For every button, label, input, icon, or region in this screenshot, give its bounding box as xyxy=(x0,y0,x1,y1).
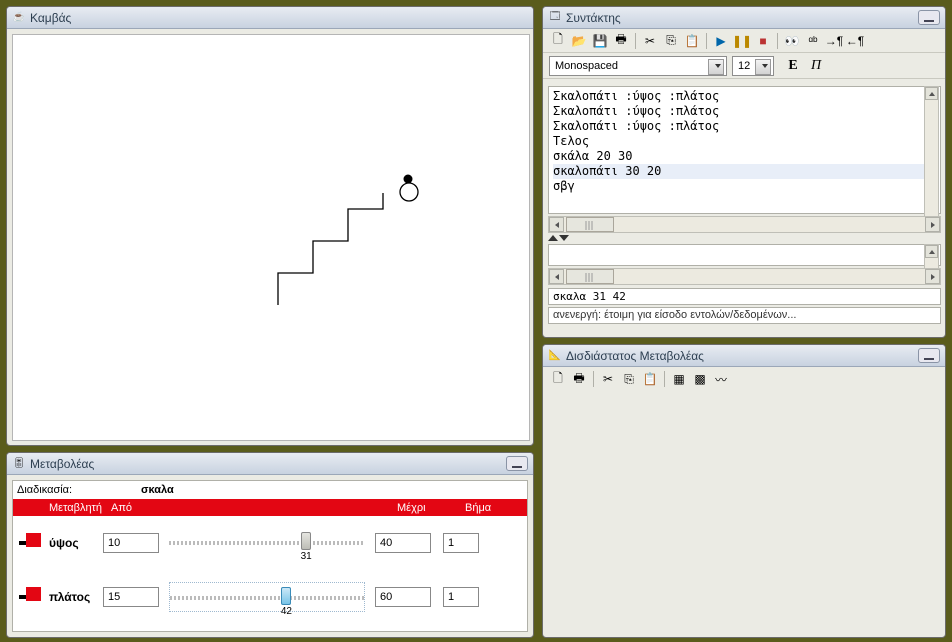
split-handle[interactable] xyxy=(548,233,941,243)
grid1-icon[interactable]: ▦ xyxy=(670,370,688,388)
canvas-title-bar[interactable]: ☕ Καμβάς xyxy=(7,7,533,29)
code-line: Σκαλοπάτι :ύψος :πλάτος xyxy=(553,89,936,104)
cut-icon[interactable]: ✂ xyxy=(641,32,659,50)
editor-font-row: Monospaced 12 E Π xyxy=(543,53,945,79)
command-text: σκαλα 31 42 xyxy=(553,290,626,303)
new-icon[interactable]: 🗋 xyxy=(549,370,567,388)
grid2-icon[interactable]: ▩ xyxy=(691,370,709,388)
code-line: Σκαλοπάτι :ύψος :πλάτος xyxy=(553,119,936,134)
slider-value: 31 xyxy=(301,551,312,562)
d2-title-bar[interactable]: 📐 Δισδιάστατος Μεταβολέας xyxy=(543,345,945,367)
d2-title: Δισδιάστατος Μεταβολέας xyxy=(566,349,704,363)
new-icon[interactable]: 🗋 xyxy=(549,32,567,50)
slider-minimize-button[interactable] xyxy=(506,456,528,471)
header-step: Βήμα xyxy=(465,502,505,514)
editor-title-bar[interactable]: 🗔 Συντάκτης xyxy=(543,7,945,29)
slider-title: Μεταβολέας xyxy=(30,457,94,471)
status-text: ανενεργή: έτοιμη για είσοδο εντολών/δεδο… xyxy=(553,309,796,321)
slider-thumb[interactable] xyxy=(281,587,291,605)
procedure-label: Διαδικασία: xyxy=(17,484,141,496)
code-line: σβγ xyxy=(553,179,936,194)
indent-icon[interactable]: →¶ xyxy=(825,32,843,50)
pause-icon[interactable]: ❚❚ xyxy=(733,32,751,50)
editor-panel: 🗔 Συντάκτης 🗋 📂 💾 🖶 ✂ ⎘ 📋 ▶ ❚❚ ■ 👀 ᵅᵇ →¶… xyxy=(542,6,946,338)
print-icon[interactable]: 🖶 xyxy=(570,370,588,388)
slider-track[interactable]: 42 xyxy=(169,582,365,612)
find-icon[interactable]: 👀 xyxy=(783,32,801,50)
canvas-icon: ☕ xyxy=(12,11,26,25)
slider-row: ύψος 31 xyxy=(13,516,527,570)
font-size-value: 12 xyxy=(738,60,750,72)
editor-minimize-button[interactable] xyxy=(918,10,940,25)
font-size-select[interactable]: 12 xyxy=(732,56,774,76)
copy-icon[interactable]: ⎘ xyxy=(620,370,638,388)
save-icon[interactable]: 💾 xyxy=(591,32,609,50)
var-name: πλάτος xyxy=(49,590,103,604)
slider-value: 42 xyxy=(281,606,292,617)
outdent-icon[interactable]: ←¶ xyxy=(846,32,864,50)
editor-vscroll[interactable] xyxy=(924,86,939,231)
code-line: Σκαλοπάτι :ύψος :πλάτος xyxy=(553,104,936,119)
editor-title: Συντάκτης xyxy=(566,11,621,25)
open-icon[interactable]: 📂 xyxy=(570,32,588,50)
slider-track[interactable]: 31 xyxy=(169,528,365,558)
step-input[interactable] xyxy=(443,533,479,553)
editor-bottom-area[interactable] xyxy=(548,244,941,266)
editor-toolbar: 🗋 📂 💾 🖶 ✂ ⎘ 📋 ▶ ❚❚ ■ 👀 ᵅᵇ →¶ ←¶ xyxy=(543,29,945,53)
header-to: Μέχρι xyxy=(397,502,465,514)
code-line: σκαλοπάτι 30 20 xyxy=(553,164,936,179)
paste-icon[interactable]: 📋 xyxy=(641,370,659,388)
d2-toolbar: 🗋 🖶 ✂ ⎘ 📋 ▦ ▩ 〰 xyxy=(543,367,945,391)
code-line: σκάλα 20 30 xyxy=(553,149,936,164)
status-bar: ανενεργή: έτοιμη για είσοδο εντολών/δεδο… xyxy=(548,307,941,324)
flag-icon xyxy=(19,533,41,553)
editor-hscroll-2[interactable] xyxy=(548,268,941,285)
replace-icon[interactable]: ᵅᵇ xyxy=(804,32,822,50)
header-from: Από xyxy=(111,502,145,514)
slider-header-row: Μεταβλητή Από Μέχρι Βήμα xyxy=(13,499,527,516)
editor-text-area[interactable]: Σκαλοπάτι :ύψος :πλάτος Σκαλοπάτι :ύψος … xyxy=(548,86,941,214)
editor-hscroll-1[interactable] xyxy=(548,216,941,233)
slider-thumb[interactable] xyxy=(301,532,311,550)
play-icon[interactable]: ▶ xyxy=(712,32,730,50)
canvas-panel: ☕ Καμβάς xyxy=(6,6,534,446)
canvas-title: Καμβάς xyxy=(30,11,71,25)
bold-button[interactable]: E xyxy=(784,57,802,75)
editor-icon: 🗔 xyxy=(548,11,562,25)
font-family-select[interactable]: Monospaced xyxy=(549,56,727,76)
font-family-value: Monospaced xyxy=(555,60,618,72)
d2-icon: 📐 xyxy=(548,349,562,363)
procedure-value: σκαλα xyxy=(141,484,174,496)
slider-title-bar[interactable]: 🎚 Μεταβολέας xyxy=(7,453,533,475)
d2-minimize-button[interactable] xyxy=(918,348,940,363)
stop-icon[interactable]: ■ xyxy=(754,32,772,50)
slider-row: πλάτος 42 xyxy=(13,570,527,624)
d2-panel: 📐 Δισδιάστατος Μεταβολέας 🗋 🖶 ✂ ⎘ 📋 ▦ ▩ … xyxy=(542,344,946,638)
from-input[interactable] xyxy=(103,587,159,607)
copy-icon[interactable]: ⎘ xyxy=(662,32,680,50)
step-input[interactable] xyxy=(443,587,479,607)
paste-icon[interactable]: 📋 xyxy=(683,32,701,50)
slider-panel: 🎚 Μεταβολέας Διαδικασία: σκαλα Μεταβλητή… xyxy=(6,452,534,638)
curve-icon[interactable]: 〰 xyxy=(712,370,730,388)
cut-icon[interactable]: ✂ xyxy=(599,370,617,388)
procedure-row: Διαδικασία: σκαλα xyxy=(13,481,527,499)
from-input[interactable] xyxy=(103,533,159,553)
to-input[interactable] xyxy=(375,587,431,607)
flag-icon xyxy=(19,587,41,607)
to-input[interactable] xyxy=(375,533,431,553)
canvas-drawing-area[interactable] xyxy=(12,34,530,441)
header-var: Μεταβλητή xyxy=(49,502,111,514)
var-name: ύψος xyxy=(49,536,103,550)
code-line: Τελος xyxy=(553,134,936,149)
italic-button[interactable]: Π xyxy=(807,57,825,75)
slider-icon: 🎚 xyxy=(12,457,26,471)
command-input[interactable]: σκαλα 31 42 xyxy=(548,288,941,305)
slider-body: Διαδικασία: σκαλα Μεταβλητή Από Μέχρι Βή… xyxy=(12,480,528,632)
print-icon[interactable]: 🖶 xyxy=(612,32,630,50)
canvas-svg xyxy=(13,35,531,442)
